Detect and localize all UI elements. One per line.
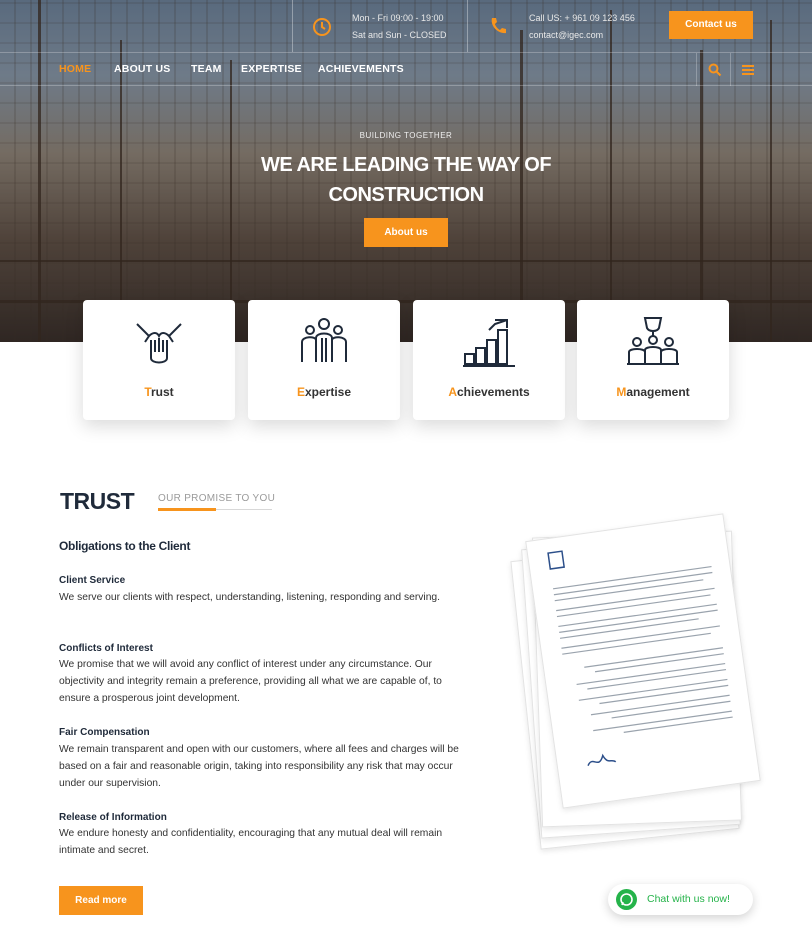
contact-us-button[interactable]: Contact us [669, 11, 753, 39]
clock-icon [313, 18, 331, 36]
main-nav: HOME ABOUT US TEAM EXPERTISE ACHIEVEMENT… [0, 52, 812, 86]
letters-illustration [495, 513, 765, 860]
accent-underline [158, 508, 216, 511]
feature-label: Achievements [448, 385, 530, 399]
search-icon [708, 63, 722, 77]
block-text: We promise that we will avoid any confli… [59, 659, 442, 704]
block-title: Fair Compensation [59, 727, 150, 738]
chat-label: Chat with us now! [647, 893, 730, 905]
hero-title-line1: WE ARE LEADING THE WAY OF [260, 154, 552, 176]
letter-page [525, 513, 761, 809]
about-us-button[interactable]: About us [364, 218, 448, 247]
block-title: Client Service [59, 575, 126, 586]
divider [292, 0, 293, 52]
hero-title: WE ARE LEADING THE WAY OF CONSTRUCTION [200, 150, 612, 210]
nav-home[interactable]: HOME [59, 63, 91, 75]
phone-icon [491, 18, 506, 34]
feature-card-management[interactable]: Management [577, 300, 729, 420]
block-text: We endure honesty and confidentiality, e… [59, 828, 443, 856]
feature-label: Trust [144, 385, 174, 399]
chat-widget[interactable]: Chat with us now! [608, 884, 753, 915]
divider [467, 0, 468, 52]
block-text: We serve our clients with respect, under… [59, 592, 441, 603]
block-title: Conflicts of Interest [59, 643, 153, 654]
top-info-bar: Mon - Fri 09:00 - 19:00 Sat and Sun - CL… [0, 0, 812, 52]
menu-button[interactable] [730, 53, 764, 86]
section-heading: TRUST [60, 488, 135, 514]
feature-card-achievements[interactable]: Achievements [413, 300, 565, 420]
block-title: Release of Information [59, 812, 167, 823]
handshake-icon [136, 323, 182, 364]
letter-content-graphic [547, 550, 733, 767]
growth-chart-icon [463, 319, 515, 367]
phone-number[interactable]: Call US: + 961 09 123 456 [529, 10, 635, 27]
block-text: We remain transparent and open with our … [59, 744, 459, 789]
hero-title-line2: CONSTRUCTION [328, 184, 484, 206]
nav-achievements[interactable]: ACHIEVEMENTS [318, 63, 404, 75]
menu-icon [742, 65, 754, 75]
nav-expertise[interactable]: EXPERTISE [241, 63, 302, 75]
obligations-title: Obligations to the Client [59, 539, 191, 553]
contact-info: Call US: + 961 09 123 456 contact@igec.c… [529, 10, 635, 44]
nav-about-us[interactable]: ABOUT US [114, 63, 170, 75]
read-more-button[interactable]: Read more [59, 886, 143, 915]
email-address[interactable]: contact@igec.com [529, 27, 635, 44]
hero-kicker: BUILDING TOGETHER [359, 131, 453, 140]
nav-team[interactable]: TEAM [191, 63, 222, 75]
hours-weekdays: Mon - Fri 09:00 - 19:00 [352, 13, 444, 23]
opening-hours: Mon - Fri 09:00 - 19:00 Sat and Sun - CL… [352, 10, 447, 44]
team-icon [301, 318, 347, 362]
section-subheading: OUR PROMISE TO YOU [158, 493, 276, 504]
whatsapp-icon [616, 889, 637, 910]
hours-weekend: Sat and Sun - CLOSED [352, 30, 447, 40]
feature-label: Expertise [296, 385, 352, 399]
trophy-leader-icon [627, 317, 679, 365]
feature-card-expertise[interactable]: Expertise [248, 300, 400, 420]
search-button[interactable] [696, 53, 730, 86]
feature-card-trust[interactable]: Trust [83, 300, 235, 420]
feature-label: Management [616, 385, 690, 399]
